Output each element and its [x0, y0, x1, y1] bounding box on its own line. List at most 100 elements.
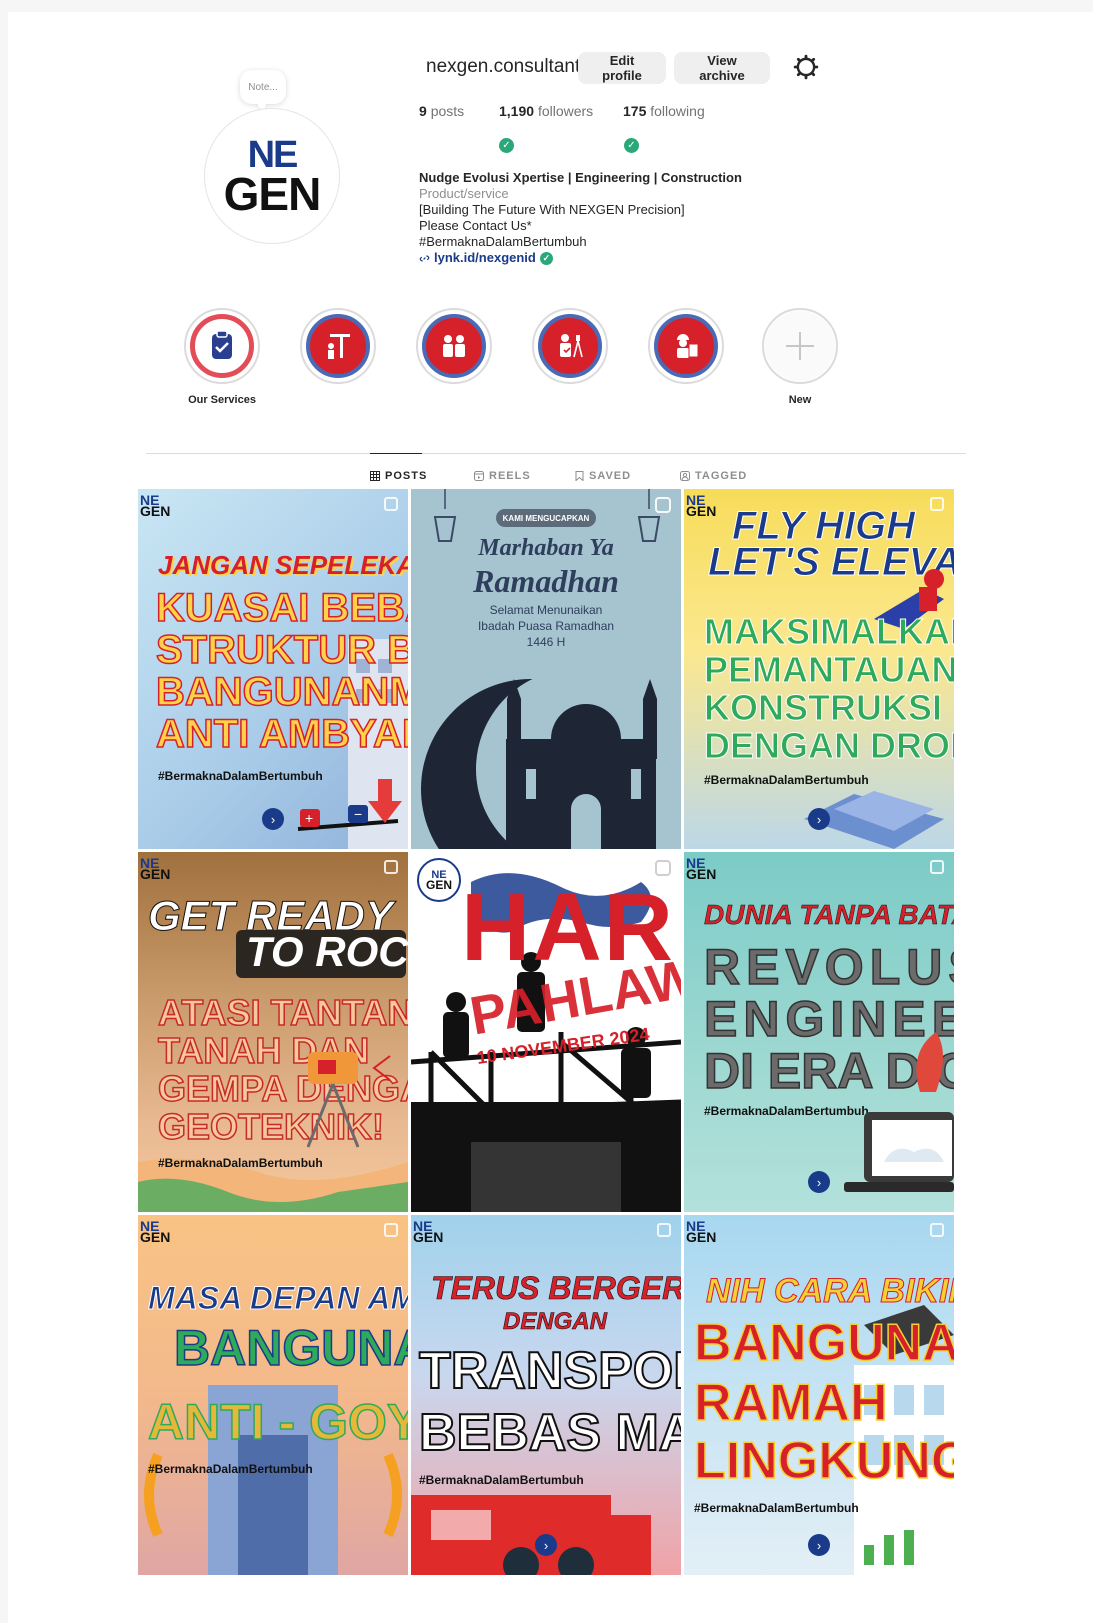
post-logo: NE GEN: [140, 1218, 171, 1245]
followers-stat[interactable]: 1,190 followers: [499, 103, 593, 119]
post-body-line: RAMAH: [693, 1374, 888, 1432]
highlight-our-services[interactable]: Our Services: [184, 308, 260, 406]
post-tile[interactable]: NEGEN MASA DEPAN AMAN BANGUNAN ANTI - GO…: [138, 1215, 408, 1575]
post-tile[interactable]: NEGEN JANGAN SEPELEKAN KUASAI BEBAN STRU…: [138, 489, 408, 849]
post-logo: NE GEN: [686, 855, 717, 882]
tab-label: POSTS: [385, 470, 428, 482]
post-logo: NE GEN: [686, 492, 717, 519]
highlight-item[interactable]: [416, 308, 492, 394]
scale-minus-plus-icon: + −: [297, 779, 402, 831]
bio-link[interactable]: lynk.id/nexgenid ✓: [419, 250, 742, 266]
highlight-label: New: [788, 394, 812, 406]
tab-saved[interactable]: SAVED: [575, 470, 631, 482]
followers-count: 1,190: [499, 103, 535, 119]
edit-profile-button[interactable]: Edit profile: [578, 52, 666, 84]
post-body-line: BANGUNAN: [693, 1314, 954, 1372]
bookmark-icon: [575, 471, 584, 481]
train-illustration: [411, 1495, 651, 1575]
carousel-icon: [384, 497, 398, 511]
carousel-next-icon[interactable]: ›: [808, 1534, 830, 1556]
svg-text:−: −: [354, 806, 362, 822]
bio-name: Nudge Evolusi Xpertise | Engineering | C…: [419, 170, 742, 185]
post-body-line: ATASI TANTANGAN: [157, 992, 408, 1033]
following-count: 175: [623, 103, 647, 119]
profile-page: Note... NE GEN nexgen.consultant Edit pr…: [8, 12, 1093, 1623]
active-tab-indicator: [370, 453, 422, 454]
post-logo: NE GEN: [413, 1218, 444, 1245]
engineer-document-icon: [677, 334, 699, 358]
view-archive-button[interactable]: View archive: [674, 52, 770, 84]
grid-icon: [370, 471, 380, 481]
post-tile[interactable]: NE GEN HARI PAHLAWAN 10 NOVEMBER 2024: [411, 852, 681, 1212]
post-body-line: PEMANTAUAN: [703, 649, 954, 690]
post-body-line: STRUKTUR BIAR: [155, 628, 408, 672]
profile-username: nexgen.consultant: [426, 56, 581, 77]
tab-label: SAVED: [589, 470, 632, 482]
post-sub-line: Selamat Menunaikan: [489, 603, 603, 617]
post-hashtag: #BermaknaDalamBertumbuh: [148, 1462, 313, 1476]
post-body-line: KONSTRUKSI: [703, 687, 943, 728]
posts-stat: 9 posts: [419, 103, 464, 119]
highlight-item[interactable]: [648, 308, 724, 394]
carousel-next-icon[interactable]: ›: [808, 1171, 830, 1193]
followers-label: followers: [537, 103, 594, 119]
tab-tagged[interactable]: TAGGED: [680, 470, 747, 482]
carousel-icon: [930, 1223, 944, 1237]
following-stat[interactable]: 175 following: [623, 103, 705, 119]
profile-avatar[interactable]: NE GEN: [204, 108, 340, 244]
post-body-line: ANTI AMBYAR!: [155, 712, 408, 756]
avatar-logo-bottom: GEN: [223, 168, 322, 221]
post-headline: TERUS BERGERAK: [431, 1270, 681, 1306]
highlight-new[interactable]: New: [762, 308, 838, 406]
carousel-next-icon[interactable]: ›: [808, 808, 830, 830]
post-tile[interactable]: KAMI MENGUCAPKAN Marhaban Ya Ramadhan Se…: [411, 489, 681, 849]
greeting-badge: KAMI MENGUCAPKAN: [496, 509, 596, 527]
post-tile[interactable]: NEGEN FLY HIGH LET'S ELEVATE! MAKSIMALKA…: [684, 489, 954, 849]
carousel-icon: [657, 1223, 671, 1237]
svg-text:+: +: [305, 810, 313, 826]
laptop-rocket-illustration: [844, 1032, 954, 1192]
post-headline: TO ROCK: [246, 928, 408, 975]
carousel-icon: [930, 860, 944, 874]
post-tile[interactable]: NEGEN NIH CARA BIKIN BANGUNAN RAMAH LING…: [684, 1215, 954, 1575]
carousel-next-icon[interactable]: ›: [262, 808, 284, 830]
survey-tripod-icon: [306, 1052, 391, 1148]
post-headline: DENGAN: [503, 1308, 608, 1335]
post-logo: NE GEN: [140, 492, 171, 519]
post-body-line: BEBAS MACET: [418, 1404, 681, 1462]
posts-count: 9: [419, 103, 427, 119]
highlight-item[interactable]: [300, 308, 376, 394]
post-body-line: ANTI - GOYANG: [147, 1394, 408, 1450]
posts-label: posts: [430, 103, 465, 119]
profile-bio: Nudge Evolusi Xpertise | Engineering | C…: [419, 170, 742, 266]
post-body-line: MAKSIMALKAN: [704, 611, 954, 652]
highlight-item[interactable]: [532, 308, 608, 394]
verified-check-icon: ✓: [539, 251, 553, 265]
tab-posts[interactable]: POSTS: [370, 470, 427, 482]
settings-gear-icon[interactable]: [793, 54, 819, 80]
post-tile[interactable]: NEGEN TERUS BERGERAK DENGAN TRANSPORTASI…: [411, 1215, 681, 1575]
post-title-line: Ramadhan: [473, 563, 619, 599]
post-body-line: BANGUNANMU: [155, 670, 408, 714]
post-body-line: REVOLUSI: [703, 939, 954, 995]
plus-icon: [786, 332, 814, 360]
bio-category: Product/service: [419, 186, 509, 201]
post-headline: DUNIA TANPA BATAS: [704, 899, 954, 930]
post-body-line: LINGKUNGAN!: [693, 1432, 954, 1490]
tab-label: TAGGED: [695, 470, 748, 482]
post-body-line: DENGAN DRONE!: [703, 725, 954, 766]
carousel-next-icon[interactable]: ›: [535, 1534, 557, 1556]
bio-line: #BermaknaDalamBertumbuh: [419, 234, 587, 249]
post-logo: NE GEN: [686, 1218, 717, 1245]
engineers-icon: [443, 335, 465, 357]
tab-reels[interactable]: REELS: [474, 470, 531, 482]
verified-check-icon: ✓: [499, 138, 514, 153]
bio-line: [Building The Future With NEXGEN Precisi…: [419, 202, 685, 217]
tabs-divider: [146, 453, 966, 454]
note-bubble[interactable]: Note...: [240, 70, 286, 109]
bio-link-text[interactable]: lynk.id/nexgenid: [434, 250, 536, 266]
post-body-line: KUASAI BEBAN: [155, 586, 408, 630]
post-tile[interactable]: NEGEN GET READY TO ROCK ATASI TANTANGAN …: [138, 852, 408, 1212]
post-tile[interactable]: NEGEN DUNIA TANPA BATAS REVOLUSI ENGINEE…: [684, 852, 954, 1212]
post-body-line: TRANSPORTASI: [418, 1342, 681, 1400]
